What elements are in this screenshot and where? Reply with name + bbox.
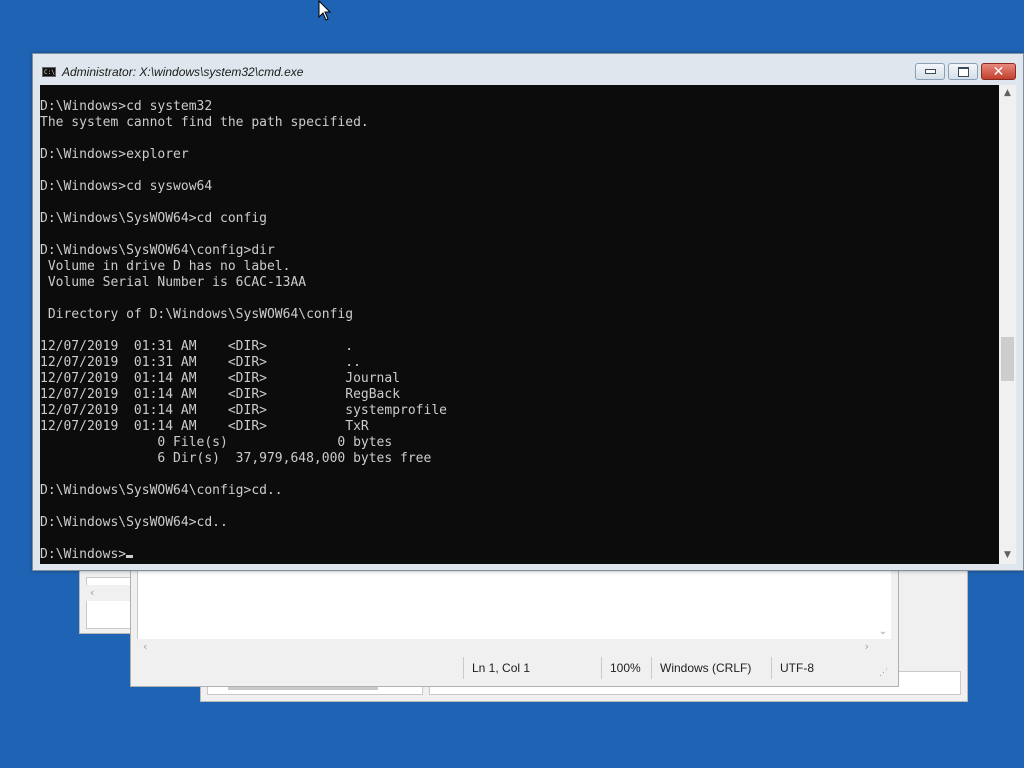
text-caret <box>126 555 134 558</box>
console-icon: C:\ <box>42 67 56 77</box>
title-bar[interactable]: C:\ Administrator: X:\windows\system32\c… <box>33 54 1023 85</box>
scroll-right-arrow-icon[interactable]: › <box>865 639 869 655</box>
scroll-left-arrow-icon[interactable]: ‹ <box>143 639 147 655</box>
minimize-button[interactable] <box>915 63 945 80</box>
status-encoding: UTF-8 <box>771 657 875 679</box>
cmd-window[interactable]: C:\ Administrator: X:\windows\system32\c… <box>32 53 1024 571</box>
status-zoom: 100% <box>601 657 651 679</box>
console-output[interactable]: D:\Windows>cd system32 The system cannot… <box>40 85 999 564</box>
text-edit-area[interactable] <box>137 571 882 639</box>
status-bar: Ln 1, Col 1 100% Windows (CRLF) UTF-8 ⋰ <box>137 657 891 679</box>
status-line-endings: Windows (CRLF) <box>651 657 771 679</box>
vertical-scrollbar[interactable]: ⌄ <box>875 571 891 639</box>
mouse-cursor-icon <box>318 0 332 21</box>
notepad-window[interactable]: ⌄ ‹ › Ln 1, Col 1 100% Windows (CRLF) UT… <box>130 570 899 687</box>
window-title: Administrator: X:\windows\system32\cmd.e… <box>62 65 304 79</box>
command-prompt: D:\Windows> <box>40 547 127 562</box>
scroll-down-arrow-icon[interactable]: ▼ <box>999 547 1016 564</box>
scroll-left-arrow-icon[interactable]: ‹ <box>86 585 130 601</box>
maximize-button[interactable] <box>948 63 978 80</box>
close-icon: ✕ <box>992 63 1005 80</box>
horizontal-scrollbar[interactable]: ‹ › <box>137 639 875 655</box>
console-text: D:\Windows>cd system32 The system cannot… <box>40 99 447 530</box>
vertical-scrollbar[interactable]: ▲ ▼ <box>999 85 1016 564</box>
status-cursor-position: Ln 1, Col 1 <box>463 657 599 679</box>
background-window-left[interactable]: ‹ <box>79 570 137 634</box>
scroll-up-arrow-icon[interactable]: ▲ <box>999 85 1016 102</box>
scroll-down-arrow-icon[interactable]: ⌄ <box>875 626 891 637</box>
resize-grip-icon[interactable]: ⋰ <box>879 667 889 677</box>
close-button[interactable]: ✕ <box>981 63 1016 80</box>
minimize-icon <box>924 69 936 74</box>
scrollbar-thumb[interactable] <box>1001 337 1014 381</box>
maximize-icon <box>957 66 969 77</box>
